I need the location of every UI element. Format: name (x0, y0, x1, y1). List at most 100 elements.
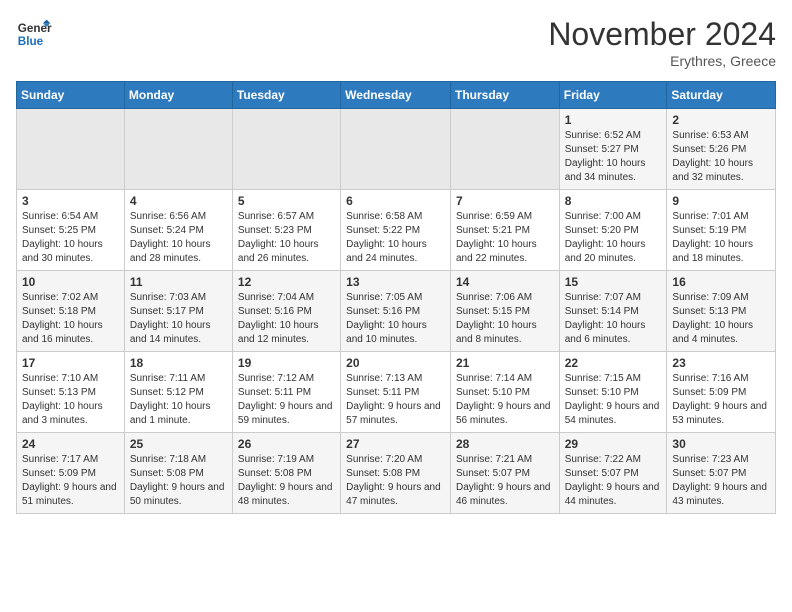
day-number: 23 (672, 356, 770, 370)
day-info: Sunrise: 6:52 AM Sunset: 5:27 PM Dayligh… (565, 129, 662, 185)
calendar-cell: 17 Sunrise: 7:10 AM Sunset: 5:13 PM Dayli… (17, 352, 125, 433)
title-block: November 2024 Erythres, Greece (548, 16, 776, 69)
calendar-cell: 6 Sunrise: 6:58 AM Sunset: 5:22 PM Daylig… (341, 190, 451, 271)
calendar-cell: 4Sunrise: 6:56 AM Sunset: 5:24 PM Daylig… (124, 190, 232, 271)
calendar-cell: 16 Sunrise: 7:09 AM Sunset: 5:13 PM Dayli… (667, 271, 776, 352)
day-number: 10 (22, 275, 119, 289)
calendar-cell: 9 Sunrise: 7:01 AM Sunset: 5:19 PM Daylig… (667, 190, 776, 271)
day-info: Sunrise: 7:06 AM Sunset: 5:15 PM Dayligh… (456, 291, 554, 347)
calendar-cell: 14 Sunrise: 7:06 AM Sunset: 5:15 PM Dayli… (450, 271, 559, 352)
weekday-header-wednesday: Wednesday (341, 82, 451, 109)
day-info: Sunrise: 7:02 AM Sunset: 5:18 PM Dayligh… (22, 291, 119, 347)
day-info: Sunrise: 7:01 AM Sunset: 5:19 PM Dayligh… (672, 210, 770, 266)
day-info: Sunrise: 7:04 AM Sunset: 5:16 PM Dayligh… (238, 291, 335, 347)
calendar-cell: 29 Sunrise: 7:22 AM Sunset: 5:07 PM Dayli… (559, 433, 667, 514)
day-info: Sunrise: 7:05 AM Sunset: 5:16 PM Dayligh… (346, 291, 445, 347)
day-info: Sunrise: 7:12 AM Sunset: 5:11 PM Dayligh… (238, 372, 335, 428)
calendar-cell: 28 Sunrise: 7:21 AM Sunset: 5:07 PM Dayli… (450, 433, 559, 514)
calendar-table: SundayMondayTuesdayWednesdayThursdayFrid… (16, 81, 776, 514)
calendar-cell: 15 Sunrise: 7:07 AM Sunset: 5:14 PM Dayli… (559, 271, 667, 352)
weekday-header-monday: Monday (124, 82, 232, 109)
calendar-cell: 10 Sunrise: 7:02 AM Sunset: 5:18 PM Dayli… (17, 271, 125, 352)
location: Erythres, Greece (548, 53, 776, 69)
day-info: Sunrise: 7:03 AM Sunset: 5:17 PM Dayligh… (130, 291, 227, 347)
calendar-cell: 2Sunrise: 6:53 AM Sunset: 5:26 PM Daylig… (667, 109, 776, 190)
day-number: 26 (238, 437, 335, 451)
day-number: 28 (456, 437, 554, 451)
day-number: 12 (238, 275, 335, 289)
calendar-cell: 18Sunrise: 7:11 AM Sunset: 5:12 PM Dayli… (124, 352, 232, 433)
calendar-cell: 5 Sunrise: 6:57 AM Sunset: 5:23 PM Daylig… (232, 190, 340, 271)
day-number: 22 (565, 356, 662, 370)
day-info: Sunrise: 6:57 AM Sunset: 5:23 PM Dayligh… (238, 210, 335, 266)
day-info: Sunrise: 7:15 AM Sunset: 5:10 PM Dayligh… (565, 372, 662, 428)
day-info: Sunrise: 7:13 AM Sunset: 5:11 PM Dayligh… (346, 372, 445, 428)
week-row-5: 24 Sunrise: 7:17 AM Sunset: 5:09 PM Dayli… (17, 433, 776, 514)
day-number: 6 (346, 194, 445, 208)
day-info: Sunrise: 7:11 AM Sunset: 5:12 PM Dayligh… (130, 372, 227, 428)
day-number: 5 (238, 194, 335, 208)
calendar-cell: 24 Sunrise: 7:17 AM Sunset: 5:09 PM Dayli… (17, 433, 125, 514)
day-info: Sunrise: 6:56 AM Sunset: 5:24 PM Dayligh… (130, 210, 227, 266)
day-number: 16 (672, 275, 770, 289)
day-info: Sunrise: 7:16 AM Sunset: 5:09 PM Dayligh… (672, 372, 770, 428)
svg-text:Blue: Blue (18, 35, 44, 48)
calendar-cell: 11Sunrise: 7:03 AM Sunset: 5:17 PM Dayli… (124, 271, 232, 352)
day-number: 13 (346, 275, 445, 289)
calendar-cell: 30 Sunrise: 7:23 AM Sunset: 5:07 PM Dayli… (667, 433, 776, 514)
weekday-header-tuesday: Tuesday (232, 82, 340, 109)
day-number: 9 (672, 194, 770, 208)
day-number: 8 (565, 194, 662, 208)
day-info: Sunrise: 7:21 AM Sunset: 5:07 PM Dayligh… (456, 453, 554, 509)
day-number: 15 (565, 275, 662, 289)
calendar-cell: 27 Sunrise: 7:20 AM Sunset: 5:08 PM Dayli… (341, 433, 451, 514)
day-number: 2 (672, 113, 770, 127)
day-info: Sunrise: 6:58 AM Sunset: 5:22 PM Dayligh… (346, 210, 445, 266)
calendar-cell (232, 109, 340, 190)
calendar-cell: 7 Sunrise: 6:59 AM Sunset: 5:21 PM Daylig… (450, 190, 559, 271)
day-number: 25 (130, 437, 227, 451)
calendar-cell: 22 Sunrise: 7:15 AM Sunset: 5:10 PM Dayli… (559, 352, 667, 433)
week-row-1: 1 Sunrise: 6:52 AM Sunset: 5:27 PM Daylig… (17, 109, 776, 190)
week-row-4: 17 Sunrise: 7:10 AM Sunset: 5:13 PM Dayli… (17, 352, 776, 433)
day-info: Sunrise: 7:00 AM Sunset: 5:20 PM Dayligh… (565, 210, 662, 266)
calendar-cell: 8 Sunrise: 7:00 AM Sunset: 5:20 PM Daylig… (559, 190, 667, 271)
day-number: 17 (22, 356, 119, 370)
day-number: 30 (672, 437, 770, 451)
day-number: 29 (565, 437, 662, 451)
weekday-header-friday: Friday (559, 82, 667, 109)
day-number: 21 (456, 356, 554, 370)
day-info: Sunrise: 7:14 AM Sunset: 5:10 PM Dayligh… (456, 372, 554, 428)
calendar-cell: 25 Sunrise: 7:18 AM Sunset: 5:08 PM Dayli… (124, 433, 232, 514)
day-info: Sunrise: 7:23 AM Sunset: 5:07 PM Dayligh… (672, 453, 770, 509)
logo: General Blue (16, 16, 52, 52)
month-title: November 2024 (548, 16, 776, 53)
calendar-cell: 23 Sunrise: 7:16 AM Sunset: 5:09 PM Dayli… (667, 352, 776, 433)
day-number: 3 (22, 194, 119, 208)
day-info: Sunrise: 7:17 AM Sunset: 5:09 PM Dayligh… (22, 453, 119, 509)
day-number: 24 (22, 437, 119, 451)
calendar-cell (17, 109, 125, 190)
calendar-cell (450, 109, 559, 190)
weekday-header-sunday: Sunday (17, 82, 125, 109)
day-info: Sunrise: 7:19 AM Sunset: 5:08 PM Dayligh… (238, 453, 335, 509)
day-info: Sunrise: 7:18 AM Sunset: 5:08 PM Dayligh… (130, 453, 227, 509)
calendar-cell: 26 Sunrise: 7:19 AM Sunset: 5:08 PM Dayli… (232, 433, 340, 514)
day-info: Sunrise: 7:20 AM Sunset: 5:08 PM Dayligh… (346, 453, 445, 509)
weekday-header-saturday: Saturday (667, 82, 776, 109)
weekday-header-row: SundayMondayTuesdayWednesdayThursdayFrid… (17, 82, 776, 109)
day-info: Sunrise: 7:09 AM Sunset: 5:13 PM Dayligh… (672, 291, 770, 347)
day-number: 27 (346, 437, 445, 451)
day-number: 7 (456, 194, 554, 208)
day-info: Sunrise: 7:22 AM Sunset: 5:07 PM Dayligh… (565, 453, 662, 509)
week-row-2: 3 Sunrise: 6:54 AM Sunset: 5:25 PM Daylig… (17, 190, 776, 271)
page-header: General Blue November 2024 Erythres, Gre… (16, 16, 776, 69)
day-info: Sunrise: 7:10 AM Sunset: 5:13 PM Dayligh… (22, 372, 119, 428)
day-info: Sunrise: 7:07 AM Sunset: 5:14 PM Dayligh… (565, 291, 662, 347)
day-info: Sunrise: 6:54 AM Sunset: 5:25 PM Dayligh… (22, 210, 119, 266)
calendar-cell: 3 Sunrise: 6:54 AM Sunset: 5:25 PM Daylig… (17, 190, 125, 271)
day-number: 14 (456, 275, 554, 289)
calendar-cell: 20Sunrise: 7:13 AM Sunset: 5:11 PM Dayli… (341, 352, 451, 433)
day-number: 1 (565, 113, 662, 127)
day-info: Sunrise: 6:59 AM Sunset: 5:21 PM Dayligh… (456, 210, 554, 266)
